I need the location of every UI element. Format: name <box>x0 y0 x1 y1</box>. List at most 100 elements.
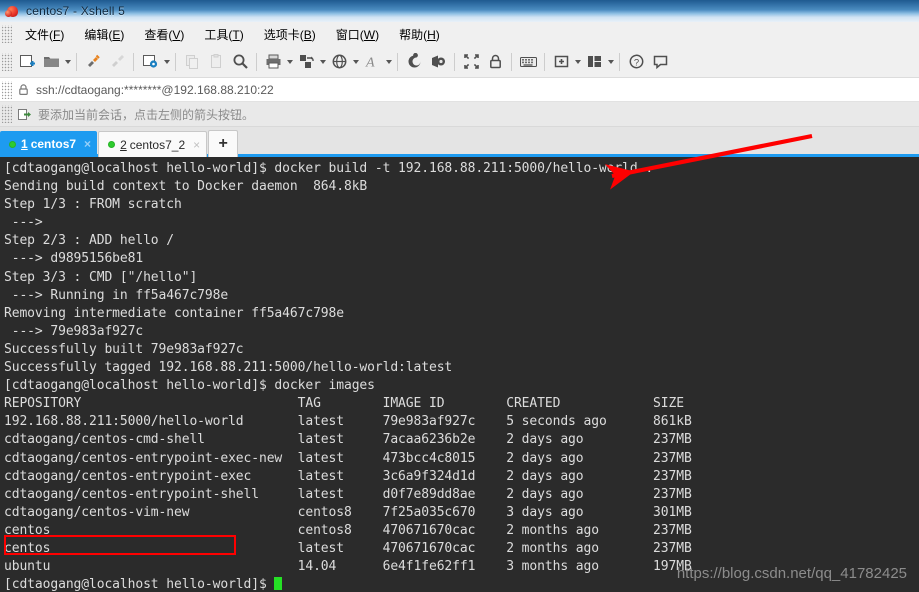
globe-caret-icon[interactable] <box>351 50 360 74</box>
svg-text:?: ? <box>633 57 638 68</box>
terminal-line: cdtaogang/centos-entrypoint-exec-new lat… <box>4 450 692 466</box>
toolbar-separator <box>256 52 257 71</box>
menu-gripper[interactable] <box>2 25 12 43</box>
title-bar: centos7 - Xshell 5 <box>0 0 919 22</box>
paste-icon <box>204 50 228 74</box>
new-tab-button[interactable]: + <box>208 130 239 157</box>
toolbar: A ? <box>0 46 919 78</box>
tab-bar: 1 centos7 × 2 centos7_2 × + <box>0 127 919 157</box>
tab-centos7[interactable]: 1 centos7 × <box>0 131 98 157</box>
tab-label: centos7_2 <box>129 137 186 152</box>
menu-item-tools[interactable]: 工具(T) <box>195 24 252 45</box>
tab-status-dot-icon <box>9 140 16 148</box>
compose-icon[interactable] <box>402 50 426 74</box>
arrange-layout-icon[interactable] <box>582 50 606 74</box>
tab-close-icon[interactable]: × <box>193 138 200 152</box>
terminal-line: centos latest 470671670cac 2 months ago … <box>4 540 692 556</box>
hint-bar: 要添加当前会话，点击左侧的箭头按钮。 <box>0 102 919 127</box>
terminal-line: centos centos8 470671670cac 2 months ago… <box>4 522 692 538</box>
toolbar-gripper[interactable] <box>2 52 12 71</box>
terminal-screen[interactable]: [cdtaogang@localhost hello-world]$ docke… <box>0 157 919 592</box>
tab-centos7-2[interactable]: 2 centos7_2 × <box>98 131 208 157</box>
globe-icon[interactable] <box>327 50 351 74</box>
menu-item-tabs[interactable]: 选项卡(B) <box>255 24 325 45</box>
toolbar-separator <box>619 52 620 71</box>
open-folder-caret-icon[interactable] <box>63 50 72 74</box>
tab-close-icon[interactable]: × <box>84 137 91 151</box>
find-icon[interactable] <box>228 50 252 74</box>
terminal-cursor <box>274 577 283 591</box>
font-caret-icon[interactable] <box>384 50 393 74</box>
terminal-line: Sending build context to Docker daemon 8… <box>4 179 368 195</box>
menu-item-help[interactable]: 帮助(H) <box>390 24 449 45</box>
help-icon[interactable]: ? <box>624 50 648 74</box>
toolbar-separator <box>175 52 176 71</box>
add-pane-icon[interactable] <box>549 50 573 74</box>
menu-item-window[interactable]: 窗口(W) <box>327 24 388 45</box>
svg-text:A: A <box>365 56 375 71</box>
session-properties-icon[interactable] <box>138 50 162 74</box>
terminal-line: [cdtaogang@localhost hello-world]$ docke… <box>4 161 654 176</box>
terminal-line: cdtaogang/centos-cmd-shell latest 7acaa6… <box>4 432 692 448</box>
terminal-prompt: [cdtaogang@localhost hello-world]$ <box>4 577 275 592</box>
fullscreen-icon[interactable] <box>459 50 483 74</box>
terminal-line: Successfully tagged 192.168.88.211:5000/… <box>4 360 453 376</box>
toolbar-separator <box>544 52 545 71</box>
tab-label: centos7 <box>30 137 77 151</box>
copy-icon <box>180 50 204 74</box>
xshell-window: centos7 - Xshell 5 文件(F) 编辑(E) 查看(V) 工具(… <box>0 0 919 592</box>
terminal-line: cdtaogang/centos-entrypoint-shell latest… <box>4 486 692 502</box>
print-icon[interactable] <box>261 50 285 74</box>
terminal-line: Removing intermediate container ff5a467c… <box>4 305 344 321</box>
file-transfer-caret-icon[interactable] <box>318 50 327 74</box>
terminal-line: cdtaogang/centos-entrypoint-exec latest … <box>4 468 692 484</box>
terminal-line: Successfully built 79e983af927c <box>4 341 244 357</box>
disconnect-icon <box>105 50 129 74</box>
tab-number: 1 <box>21 137 28 151</box>
print-caret-icon[interactable] <box>285 50 294 74</box>
terminal-line: ---> Running in ff5a467c798e <box>4 287 229 303</box>
file-transfer-icon[interactable] <box>294 50 318 74</box>
toolbar-separator <box>511 52 512 71</box>
tab-number: 2 <box>120 137 127 152</box>
add-session-icon[interactable] <box>17 107 32 122</box>
terminal-line: Step 2/3 : ADD hello / <box>4 233 174 249</box>
toolbar-separator <box>76 52 77 71</box>
terminal-line: ---> 79e983af927c <box>4 323 144 339</box>
lock-icon[interactable] <box>483 50 507 74</box>
open-folder-icon[interactable] <box>39 50 63 74</box>
xshell-logo-icon <box>5 4 20 19</box>
address-bar-gripper[interactable] <box>2 80 12 99</box>
toolbar-separator <box>133 52 134 71</box>
address-url-text[interactable]: ssh://cdtaogang:********@192.168.88.210:… <box>36 83 274 97</box>
terminal-line: Step 3/3 : CMD ["/hello"] <box>4 269 198 285</box>
hint-bar-gripper[interactable] <box>2 105 12 123</box>
font-icon[interactable]: A <box>360 50 384 74</box>
keyboard-icon[interactable] <box>516 50 540 74</box>
terminal-line: Step 1/3 : FROM scratch <box>4 197 182 213</box>
address-bar[interactable]: ssh://cdtaogang:********@192.168.88.210:… <box>0 78 919 102</box>
menu-bar: 文件(F) 编辑(E) 查看(V) 工具(T) 选项卡(B) 窗口(W) 帮助(… <box>0 22 919 46</box>
menu-item-view[interactable]: 查看(V) <box>135 24 193 45</box>
toolbar-separator <box>397 52 398 71</box>
terminal-output: [cdtaogang@localhost hello-world]$ docke… <box>0 157 919 592</box>
terminal-line: cdtaogang/centos-vim-new centos8 7f25a03… <box>4 504 692 520</box>
terminal-line: ---> d9895156be81 <box>4 251 144 267</box>
menu-item-edit[interactable]: 编辑(E) <box>75 24 133 45</box>
chat-icon[interactable] <box>648 50 672 74</box>
menu-item-file[interactable]: 文件(F) <box>16 24 73 45</box>
arrange-layout-caret-icon[interactable] <box>606 50 615 74</box>
new-session-icon[interactable] <box>15 50 39 74</box>
hint-text: 要添加当前会话，点击左侧的箭头按钮。 <box>38 107 255 122</box>
toolbar-separator <box>454 52 455 71</box>
add-pane-caret-icon[interactable] <box>573 50 582 74</box>
session-properties-caret-icon[interactable] <box>162 50 171 74</box>
connect-icon[interactable] <box>81 50 105 74</box>
terminal-line: ---> <box>4 215 51 231</box>
tab-status-dot-icon <box>108 141 116 148</box>
log-icon[interactable] <box>426 50 450 74</box>
terminal-line: 192.168.88.211:5000/hello-world latest 7… <box>4 414 692 430</box>
terminal-line: REPOSITORY TAG IMAGE ID CREATED SIZE <box>4 396 684 412</box>
terminal-line: [cdtaogang@localhost hello-world]$ docke… <box>4 378 375 394</box>
window-title: centos7 - Xshell 5 <box>26 4 125 18</box>
